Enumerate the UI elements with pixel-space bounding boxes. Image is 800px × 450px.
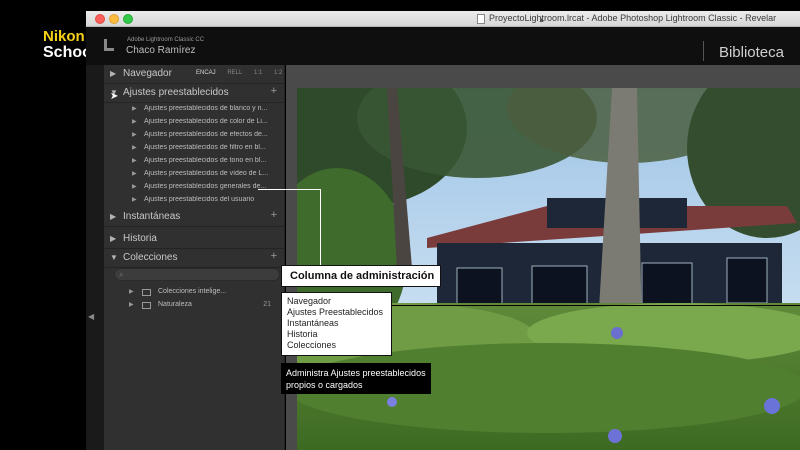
collapsed-triangle-icon: ▶ xyxy=(132,171,137,177)
collapsed-triangle-icon: ▶ xyxy=(132,119,137,125)
callout-description: Administra Ajustes preestablecidos propi… xyxy=(286,368,426,390)
preset-folder[interactable]: ▶ Ajustes preestablecidos del usuario xyxy=(104,194,285,207)
collapsed-triangle-icon: ▶ xyxy=(110,212,117,221)
lightroom-identity-bar: Adobe Lightroom Classic CC Chaco Ramírez… xyxy=(86,27,800,65)
preset-folder[interactable]: ▶ Ajustes preestablecidos de filtro en b… xyxy=(104,142,285,155)
navigator-zoom-options: ENCAJ RELL 1:1 1:2 xyxy=(196,70,292,76)
preset-folder[interactable]: ▶ Ajustes preestablecidos de color de Li… xyxy=(104,116,285,129)
zoom-option-1-1[interactable]: 1:1 xyxy=(254,70,262,76)
collapsed-triangle-icon: ▶ xyxy=(132,184,137,190)
collection-set-icon xyxy=(142,302,151,309)
collapsed-triangle-icon: ▶ xyxy=(132,145,137,151)
preset-folder[interactable]: ▶ Ajustes preestablecidos de tono en bl.… xyxy=(104,155,285,168)
callout-title-box: Columna de administración xyxy=(281,265,441,287)
callout-list-item: Ajustes Preestablecidos xyxy=(287,307,384,317)
mouse-cursor-icon: ➤ xyxy=(110,91,119,102)
preset-folder-label: Ajustes preestablecidos de blanco y n... xyxy=(144,105,268,112)
smart-collection-icon xyxy=(142,289,151,296)
collection-label: Colecciones intelige... xyxy=(158,288,227,295)
logo-line-nikon: Nikon xyxy=(43,28,85,45)
minimize-window-button[interactable] xyxy=(109,14,119,24)
window-titlebar: ProyectoLightroom.lrcat - Adobe Photosho… xyxy=(86,11,800,27)
collapsed-triangle-icon: ▶ xyxy=(132,158,137,164)
collapsed-triangle-icon: ▶ xyxy=(132,132,137,138)
preset-folder-label: Ajustes preestablecidos de vídeo de L... xyxy=(144,170,269,177)
navigator-header[interactable]: ▶ Navegador ENCAJ RELL 1:1 1:2 xyxy=(104,65,285,84)
history-header[interactable]: ▶ Historia xyxy=(104,230,285,249)
collection-label: Naturaleza xyxy=(158,301,192,308)
window-title: ProyectoLightroom.lrcat - Adobe Photosho… xyxy=(489,13,777,23)
collection-count: 21 xyxy=(263,301,271,308)
navigator-title: Navegador xyxy=(123,68,172,79)
callout-list-box: Navegador Ajustes Preestablecidos Instan… xyxy=(281,292,392,356)
search-icon: ⌕ xyxy=(119,270,124,279)
callout-line xyxy=(392,305,800,306)
product-name: Adobe Lightroom Classic CC xyxy=(127,37,205,43)
zoom-window-button[interactable] xyxy=(123,14,133,24)
collections-title: Colecciones xyxy=(123,252,178,263)
callout-list-item: Colecciones xyxy=(287,340,337,350)
collection-set-item[interactable]: ▶ Colecciones intelige... xyxy=(104,286,285,299)
preset-folder-label: Ajustes preestablecidos de efectos de... xyxy=(144,131,268,138)
collapsed-triangle-icon: ▶ xyxy=(132,197,137,203)
module-divider xyxy=(703,41,704,61)
snapshots-title: Instantáneas xyxy=(123,211,181,222)
callout-description-box: Administra Ajustes preestablecidos propi… xyxy=(281,363,431,394)
preset-folder-label: Ajustes preestablecidos de filtro en bl.… xyxy=(144,144,266,151)
close-window-button[interactable] xyxy=(95,14,105,24)
collapsed-triangle-icon: ▶ xyxy=(110,69,117,78)
presets-header[interactable]: ▼ Ajustes preestablecidos + xyxy=(104,84,285,103)
lightroom-logo-icon xyxy=(104,39,114,51)
collections-header[interactable]: ▼ Colecciones + xyxy=(104,249,285,268)
preset-folder-label: Ajustes preestablecidos de color de Li..… xyxy=(144,118,268,125)
document-icon xyxy=(477,14,485,24)
callout-line xyxy=(320,189,321,265)
callout-title: Columna de administración xyxy=(290,270,435,282)
module-biblioteca[interactable]: Biblioteca xyxy=(719,44,784,61)
history-title: Historia xyxy=(123,233,157,244)
zoom-option-1-2[interactable]: 1:2 xyxy=(274,70,282,76)
add-snapshot-button[interactable]: + xyxy=(271,209,277,221)
expanded-triangle-icon: ▼ xyxy=(110,253,118,262)
preset-folder[interactable]: ▶ Ajustes preestablecidos de efectos de.… xyxy=(104,129,285,142)
add-preset-button[interactable]: + xyxy=(271,85,277,97)
add-collection-button[interactable]: + xyxy=(271,250,277,262)
collapsed-triangle-icon: ▶ xyxy=(132,106,137,112)
user-name[interactable]: Chaco Ramírez xyxy=(126,45,195,56)
preset-folder-label: Ajustes preestablecidos del usuario xyxy=(144,196,255,203)
callout-line xyxy=(258,189,321,190)
callout-list-item: Instantáneas xyxy=(287,318,339,328)
caret-up-icon: ▲ xyxy=(538,17,545,24)
preset-folder[interactable]: ▶ Ajustes preestablecidos de blanco y n.… xyxy=(104,103,285,116)
collapse-left-panel-icon[interactable]: ◀ xyxy=(88,312,94,321)
left-edge-strip xyxy=(86,65,104,450)
screen: Nikon School ProyectoLightroom.lrcat - A… xyxy=(0,0,800,450)
presets-title: Ajustes preestablecidos xyxy=(123,87,229,98)
preset-folder[interactable]: ▶ Ajustes preestablecidos generales de..… xyxy=(104,181,285,194)
collection-set-item[interactable]: ▶ Naturaleza 21 xyxy=(104,299,285,312)
preset-folder[interactable]: ▶ Ajustes preestablecidos de vídeo de L.… xyxy=(104,168,285,181)
callout-list-item: Navegador xyxy=(287,296,332,306)
collapsed-triangle-icon: ▶ xyxy=(110,234,117,243)
zoom-option-fit[interactable]: ENCAJ xyxy=(196,70,216,76)
preset-folder-label: Ajustes preestablecidos de tono en bl... xyxy=(144,157,267,164)
collapsed-triangle-icon: ▶ xyxy=(129,302,134,308)
collapsed-triangle-icon: ▶ xyxy=(129,289,134,295)
zoom-option-fill[interactable]: RELL xyxy=(227,70,242,76)
snapshots-header[interactable]: ▶ Instantáneas + xyxy=(104,208,285,227)
left-panel: ▶ Navegador ENCAJ RELL 1:1 1:2 ▼ Ajustes… xyxy=(104,65,285,450)
callout-list-item: Historia xyxy=(287,329,318,339)
collections-filter-input[interactable]: ⌕ xyxy=(114,268,280,281)
